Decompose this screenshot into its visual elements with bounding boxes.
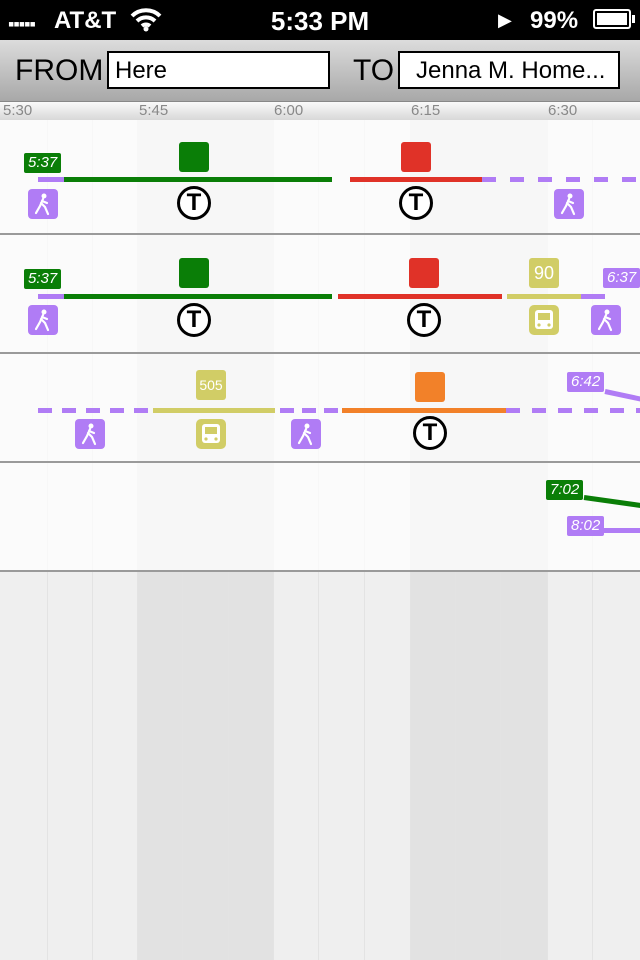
status-bar: ▪▪▪▪▪ AT&T 5:33 PM ▶ 99% (0, 0, 640, 40)
walk-segment (38, 408, 153, 413)
red-line-icon (401, 142, 431, 172)
walk-segment (38, 177, 64, 182)
tick-label: 6:00 (274, 102, 304, 119)
walk-icon (28, 189, 58, 219)
bus-route-badge: 505 (196, 370, 226, 400)
battery-percent: 99% (530, 7, 579, 34)
tick-label: 6:30 (548, 102, 578, 119)
departure-time-tag: 5:37 (24, 153, 62, 173)
green-line-icon (179, 258, 209, 288)
route-header: FROM Here TO Jenna M. Home... (0, 40, 640, 102)
green-line-segment (64, 177, 332, 182)
walk-segment (482, 177, 640, 182)
walk-segment (506, 408, 640, 413)
to-field[interactable]: Jenna M. Home... (398, 51, 620, 89)
red-line-icon (409, 258, 439, 288)
tick-label: 5:45 (139, 102, 169, 119)
bus-icon (196, 419, 226, 449)
green-line-icon (179, 142, 209, 172)
walk-segment (38, 294, 64, 299)
play-icon: ▶ (498, 10, 512, 30)
to-label: TO (353, 54, 395, 87)
row-divider (0, 233, 640, 235)
green-line-segment (64, 294, 332, 299)
red-line-segment (338, 294, 502, 299)
battery-icon (593, 9, 635, 29)
t-icon: T (177, 303, 211, 337)
arrival-time-tag: 6:37 (603, 268, 640, 288)
orange-line-icon (415, 372, 445, 402)
from-label: FROM (15, 54, 104, 87)
arrival-time-tag: 6:42 (567, 372, 605, 392)
walk-segment (280, 408, 340, 413)
walk-icon (591, 305, 621, 335)
time-ruler[interactable]: 5:30 5:45 6:00 6:15 6:30 (0, 102, 640, 120)
departure-time-tag: 5:37 (24, 269, 62, 289)
row-divider (0, 570, 640, 572)
itinerary-row[interactable] (0, 462, 640, 571)
row-divider (0, 352, 640, 354)
red-line-segment (350, 177, 482, 182)
from-field[interactable]: Here (107, 51, 330, 89)
t-icon: T (407, 303, 441, 337)
departure-time-tag: 7:02 (546, 480, 584, 500)
t-icon: T (399, 186, 433, 220)
bus-segment (153, 408, 275, 413)
walk-icon (291, 419, 321, 449)
orange-line-segment (342, 408, 506, 413)
walk-icon (75, 419, 105, 449)
t-icon: T (177, 186, 211, 220)
bus-route-badge: 90 (529, 258, 559, 288)
walk-icon (554, 189, 584, 219)
walk-segment (603, 528, 640, 533)
row-divider (0, 461, 640, 463)
tick-label: 6:15 (411, 102, 441, 119)
walk-segment (581, 294, 605, 299)
timeline-grid[interactable]: 5:37 T T 5:37 90 6:37 T T 505 6:42 T 7:0… (0, 120, 640, 960)
bus-segment (507, 294, 581, 299)
departure-time-tag: 8:02 (567, 516, 605, 536)
walk-icon (28, 305, 58, 335)
t-icon: T (413, 416, 447, 450)
bus-icon (529, 305, 559, 335)
tick-label: 5:30 (3, 102, 33, 119)
